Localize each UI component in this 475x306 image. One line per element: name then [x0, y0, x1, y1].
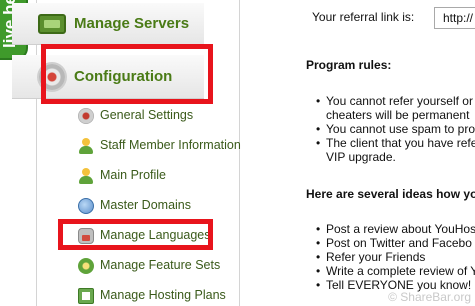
- sidebar-item-main-profile[interactable]: Main Profile: [36, 165, 240, 187]
- sidebar-item-label: Manage Feature Sets: [100, 258, 221, 272]
- highlight-box-configuration: [41, 44, 213, 104]
- list-item: Write a complete review of Y: [316, 264, 475, 278]
- server-icon: [38, 14, 66, 34]
- sidebar-item-label: Manage Hosting Plans: [100, 288, 226, 302]
- globe-icon: [78, 198, 94, 214]
- referral-link-label: Your referral link is:: [312, 10, 415, 24]
- feature-icon: [78, 258, 94, 274]
- main-content: Your referral link is: http:// Program r…: [292, 0, 475, 306]
- list-item: You cannot refer yourself or: [316, 94, 475, 108]
- program-rules-list: You cannot refer yourself or cheaters wi…: [316, 94, 475, 164]
- sidebar-item-master-domains[interactable]: Master Domains: [36, 195, 240, 217]
- list-item: You cannot use spam to pro: [316, 122, 475, 136]
- sidebar-item-manage-feature-sets[interactable]: Manage Feature Sets: [36, 255, 240, 277]
- gear-icon: [78, 108, 94, 124]
- highlight-box-manage-languages: [58, 219, 213, 250]
- sidebar-item-general-settings[interactable]: General Settings: [36, 105, 240, 127]
- list-item: cheaters will be permanent: [326, 108, 470, 122]
- user-icon: [78, 138, 94, 154]
- list-item: Post on Twitter and Facebo: [316, 236, 475, 250]
- ideas-heading: Here are several ideas how yo: [306, 187, 475, 201]
- watermark: © ShareBar.org: [388, 290, 471, 304]
- nav-section-label: Manage Servers: [74, 15, 190, 32]
- sidebar-item-staff-member-information[interactable]: Staff Member Information: [36, 135, 241, 157]
- nav-section-manage-servers[interactable]: Manage Servers: [12, 3, 204, 45]
- list-item: VIP upgrade.: [326, 150, 396, 164]
- program-rules-heading: Program rules:: [306, 58, 392, 72]
- sidebar-item-manage-hosting-plans[interactable]: Manage Hosting Plans: [36, 285, 240, 306]
- referral-link-field[interactable]: http://: [434, 7, 475, 29]
- list-item: Post a review about YouHos: [316, 222, 475, 236]
- sidebar-item-label: Master Domains: [100, 198, 191, 212]
- sidebar-item-label: General Settings: [100, 108, 194, 122]
- list-item: The client that you have refe: [316, 136, 475, 150]
- sidebar-item-label: Main Profile: [100, 168, 166, 182]
- sidebar-item-label: Staff Member Information: [100, 138, 241, 152]
- list-item: Refer your Friends: [316, 250, 475, 264]
- user-icon: [78, 168, 94, 184]
- ideas-list: Post a review about YouHos Post on Twitt…: [316, 222, 475, 292]
- hosting-plan-icon: [78, 288, 94, 304]
